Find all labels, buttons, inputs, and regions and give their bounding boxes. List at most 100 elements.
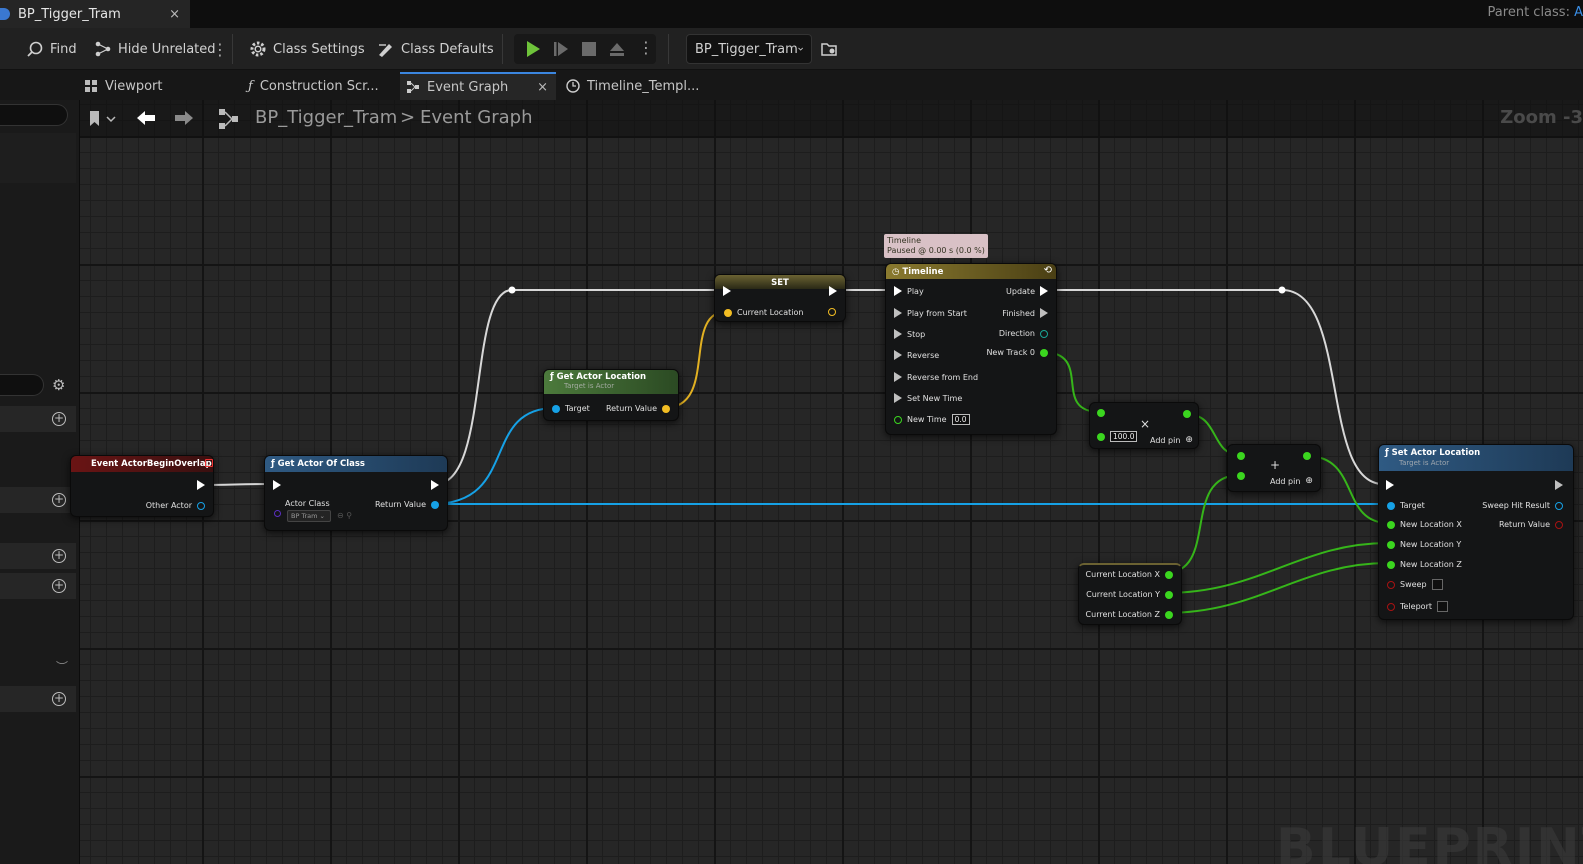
get-actor-of-class-node[interactable]: ƒ Get Actor Of Class Actor Class BP Tram… xyxy=(264,455,448,531)
new-track-pin[interactable]: New Track 0 xyxy=(986,348,1048,357)
reverse-from-end-pin[interactable]: Reverse from End xyxy=(894,372,978,382)
event-actor-begin-overlap-node[interactable]: Event ActorBeginOverlap Other Actor xyxy=(70,455,214,517)
reverse-pin[interactable]: Reverse xyxy=(894,350,939,360)
sweep-pin[interactable]: Sweep xyxy=(1387,579,1443,590)
parent-class-value[interactable]: A xyxy=(1574,5,1583,20)
section-functions[interactable]: + xyxy=(0,487,76,513)
set-variable-node[interactable]: SET Current Location xyxy=(714,274,846,322)
document-tab[interactable]: BP_Tigger_Tram × xyxy=(0,0,190,28)
exec-out-pin[interactable] xyxy=(1555,480,1563,490)
new-location-y-pin[interactable]: New Location Y xyxy=(1387,540,1461,549)
add-pin-button[interactable]: Add pin ⊕ xyxy=(1270,476,1313,486)
delegate-pin[interactable] xyxy=(205,459,213,467)
section-dispatchers[interactable]: + xyxy=(0,686,76,712)
collapse-icon[interactable]: ︶ xyxy=(56,658,68,675)
actor-class-select[interactable]: BP Tram ⌄ xyxy=(287,510,331,522)
current-location-out-pin[interactable] xyxy=(828,308,836,316)
exec-out-pin[interactable] xyxy=(431,480,439,490)
return-value-pin[interactable]: Return Value xyxy=(606,404,670,413)
exec-in-pin[interactable] xyxy=(1386,480,1394,490)
current-location-z-pin[interactable]: Current Location Z xyxy=(1086,610,1173,619)
multiply-node[interactable]: × 100.0 Add pin ⊕ xyxy=(1089,402,1199,449)
play-from-start-pin[interactable]: Play from Start xyxy=(894,308,967,318)
current-location-y-pin[interactable]: Current Location Y xyxy=(1086,590,1173,599)
teleport-pin[interactable]: Teleport xyxy=(1387,601,1448,612)
add-icon[interactable]: + xyxy=(52,412,66,426)
exec-out-pin[interactable] xyxy=(197,480,205,490)
play-icon[interactable] xyxy=(524,40,542,58)
breadcrumb-root[interactable]: BP_Tigger_Tram xyxy=(255,107,397,128)
add-icon[interactable]: + xyxy=(52,579,66,593)
eject-icon[interactable] xyxy=(608,40,626,58)
input-b-pin[interactable]: 100.0 xyxy=(1097,431,1138,442)
other-actor-pin[interactable]: Other Actor xyxy=(146,501,205,510)
debug-object-select[interactable]: BP_Tigger_Tram xyxy=(686,34,812,64)
return-value-pin[interactable]: Return Value xyxy=(1499,520,1563,529)
actor-class-pin[interactable]: Actor Class xyxy=(285,499,330,508)
class-defaults-button[interactable]: Class Defaults xyxy=(377,28,494,70)
search-input[interactable] xyxy=(0,104,68,126)
teleport-checkbox[interactable] xyxy=(1437,601,1448,612)
class-settings-button[interactable]: Class Settings xyxy=(249,28,365,70)
add-node[interactable]: + Add pin ⊕ xyxy=(1227,444,1321,492)
current-location-node[interactable]: Current Location X Current Location Y Cu… xyxy=(1078,563,1182,625)
tab-event-graph[interactable]: Event Graph × xyxy=(400,72,556,100)
filter-input[interactable] xyxy=(0,374,44,396)
new-time-pin[interactable]: New Time 0.0 xyxy=(894,414,970,425)
direction-pin[interactable]: Direction xyxy=(999,329,1048,338)
current-location-x-pin[interactable]: Current Location X xyxy=(1086,570,1173,579)
set-actor-location-node[interactable]: ƒ Set Actor Location Target is Actor Targ… xyxy=(1378,444,1574,620)
hide-unrelated-button[interactable]: Hide Unrelated xyxy=(94,28,216,70)
target-pin[interactable]: Target xyxy=(1387,501,1425,510)
play-options-icon[interactable]: ⋮ xyxy=(638,38,654,57)
current-location-pin[interactable]: Current Location xyxy=(724,308,803,317)
return-value-pin[interactable]: Return Value xyxy=(375,500,439,509)
tab-viewport[interactable]: Viewport xyxy=(78,72,238,100)
input-a-pin[interactable] xyxy=(1097,409,1105,417)
step-icon[interactable] xyxy=(552,40,570,58)
timeline-node[interactable]: ◷ Timeline ⟲ Play Play from Start Stop R… xyxy=(885,263,1057,435)
back-arrow-icon[interactable] xyxy=(136,109,156,127)
find-button[interactable]: Find xyxy=(26,28,77,70)
tab-construction-script[interactable]: ƒ Construction Scr... xyxy=(242,72,398,100)
more-options-icon[interactable]: ⋮ xyxy=(212,28,228,70)
set-new-time-pin[interactable]: Set New Time xyxy=(894,393,962,403)
new-time-input[interactable]: 0.0 xyxy=(951,414,970,425)
browse-icon[interactable]: ⊖ ⚲ xyxy=(337,511,352,520)
update-pin[interactable]: Update xyxy=(1006,286,1048,296)
input-a-pin[interactable] xyxy=(1237,452,1245,460)
close-icon[interactable]: × xyxy=(537,80,548,95)
play-controls: ⋮ xyxy=(514,34,656,64)
result-pin[interactable] xyxy=(1183,410,1191,418)
class-pin-dot[interactable] xyxy=(274,510,281,517)
section-macros[interactable]: + xyxy=(0,543,76,569)
result-pin[interactable] xyxy=(1303,452,1311,460)
exec-out-pin[interactable] xyxy=(829,286,837,296)
sweep-hit-result-pin[interactable]: Sweep Hit Result xyxy=(1482,501,1563,510)
tab-timeline[interactable]: Timeline_Templ... xyxy=(560,72,700,100)
bookmark-icon[interactable] xyxy=(88,110,118,128)
close-icon[interactable]: × xyxy=(169,7,180,22)
section-graphs[interactable]: + xyxy=(0,406,76,432)
sweep-checkbox[interactable] xyxy=(1431,579,1443,590)
forward-arrow-icon[interactable] xyxy=(174,109,194,127)
finished-pin[interactable]: Finished xyxy=(1002,308,1048,318)
new-location-x-pin[interactable]: New Location X xyxy=(1387,520,1462,529)
add-icon[interactable]: + xyxy=(52,692,66,706)
get-actor-location-node[interactable]: ƒ Get Actor Location Target is Actor Targ… xyxy=(543,369,679,421)
add-pin-button[interactable]: Add pin ⊕ xyxy=(1150,435,1193,445)
target-pin[interactable]: Target xyxy=(552,404,590,413)
add-icon[interactable]: + xyxy=(52,549,66,563)
section-variables[interactable]: + xyxy=(0,573,76,599)
stop-icon[interactable] xyxy=(580,40,598,58)
browse-folder-icon[interactable] xyxy=(820,40,838,58)
new-location-z-pin[interactable]: New Location Z xyxy=(1387,560,1462,569)
exec-in-pin[interactable] xyxy=(723,286,731,296)
stop-pin[interactable]: Stop xyxy=(894,329,925,339)
add-icon[interactable]: + xyxy=(52,493,66,507)
input-b-pin[interactable] xyxy=(1237,472,1245,480)
gear-icon[interactable]: ⚙ xyxy=(52,376,65,394)
exec-in-pin[interactable] xyxy=(273,480,281,490)
multiplier-input[interactable]: 100.0 xyxy=(1110,431,1138,442)
play-pin[interactable]: Play xyxy=(894,286,924,296)
